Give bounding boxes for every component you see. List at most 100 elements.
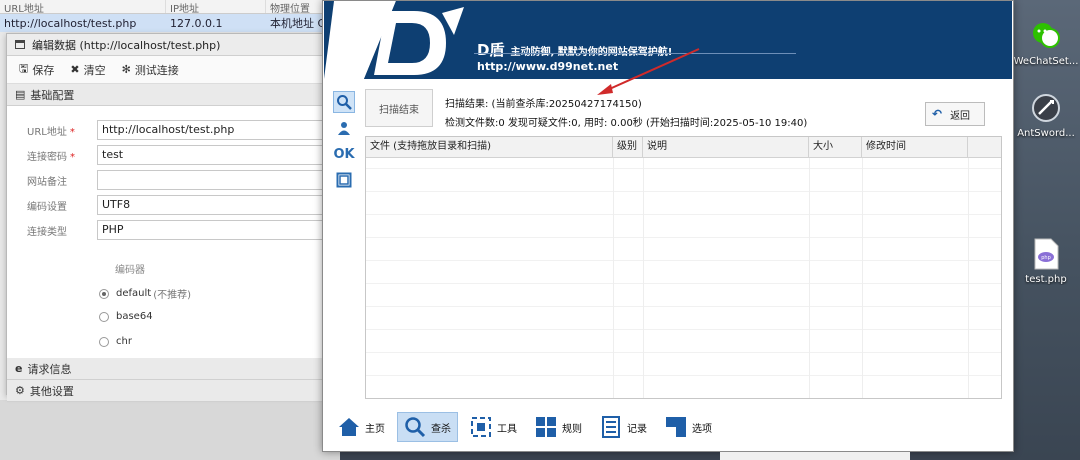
php-file-icon: php [1030,238,1062,270]
basic-config-form: URL地址 * http://localhost/test.php 连接密码 * t… [7,106,327,358]
radio-checked-icon [99,288,109,299]
url-label: URL地址 [27,126,67,138]
section-label: 基础配置 [30,88,75,102]
radio-unchecked-icon [99,311,109,322]
search-icon[interactable] [333,91,355,113]
close-icon: ✖ [70,63,80,76]
column-divider [968,158,969,398]
return-button[interactable]: ↶ 返回 [925,102,985,126]
search-icon [405,417,426,438]
password-field[interactable]: test [97,145,327,165]
home-icon [339,418,359,436]
save-button[interactable]: 🖫 保存 [19,60,54,79]
section-label: 其他设置 [29,384,74,398]
required-mark: * [70,151,75,163]
column-divider [809,158,810,398]
scan-results-table[interactable]: 文件 (支持拖放目录和扫描) 级别 说明 大小 修改时间 [365,136,1002,399]
dshield-logo-icon [324,1,464,79]
note-label: 网站备注 [27,176,67,188]
nav-rules[interactable]: 规则 [529,412,588,442]
desktop-shortcut-label: AntSword... [1017,128,1075,139]
dshield-window: D盾主动防御, 默默为你的网站保驾护航! http://www.d99net.n… [322,0,1014,452]
wechat-icon [1030,20,1062,52]
clear-label: 清空 [83,63,106,77]
dialog-titlebar[interactable]: 编辑数据 (http://localhost/test.php) [7,34,325,56]
encoder-title: 编码器 [115,265,145,276]
nav-label: 记录 [627,423,647,435]
radio-label: chr [116,336,132,347]
tools-icon [471,417,491,437]
nav-options[interactable]: 选项 [659,412,718,442]
dialog-title: 编辑数据 (http://localhost/test.php) [32,38,221,52]
nav-label: 工具 [497,423,517,435]
column-size[interactable]: 大小 [809,137,862,158]
nav-scan[interactable]: 查杀 [397,412,458,442]
nav-home[interactable]: 主页 [332,412,391,442]
brand-name: D盾 [477,41,505,59]
section-request-info[interactable]: e 请求信息 [7,358,325,380]
nav-label: 选项 [692,423,712,435]
column-url[interactable]: URL地址 [0,0,166,15]
type-select[interactable]: PHP [97,220,327,240]
encoding-label: 编码设置 [27,201,67,213]
password-label: 连接密码 [27,151,67,163]
test-connection-label: 测试连接 [134,63,179,77]
encoder-option-base64[interactable]: base64 [99,311,153,322]
section-other-settings[interactable]: ⚙ 其他设置 [7,380,325,402]
bottom-nav: 主页 查杀 工具 规则 记录 选项 [324,406,1012,448]
scan-finished-button[interactable]: 扫描结束 [365,89,433,127]
desktop-shortcut-wechat[interactable]: WeChatSet... [1012,20,1080,67]
column-modified-time[interactable]: 修改时间 [862,137,968,158]
nav-label: 主页 [365,423,385,435]
desktop-shortcut-label: WeChatSet... [1013,56,1079,67]
column-level[interactable]: 级别 [613,137,643,158]
options-icon [666,417,686,437]
nav-logs[interactable]: 记录 [594,412,653,442]
column-ip[interactable]: IP地址 [166,0,266,15]
row-url: http://localhost/test.php [4,16,137,30]
antsword-window-bottom [0,400,340,460]
note-field[interactable] [97,170,327,190]
encoder-option-chr[interactable]: chr [99,336,132,347]
url-field[interactable]: http://localhost/test.php [97,120,327,140]
encoding-row: 编码设置 UTF8 [7,195,327,215]
note-row: 网站备注 [7,170,327,190]
window-icon [15,40,25,49]
return-label: 返回 [950,110,971,122]
column-file[interactable]: 文件 (支持拖放目录和扫描) [366,137,613,158]
file-icon: ▤ [15,88,26,101]
table-header: 文件 (支持拖放目录和扫描) 级别 说明 大小 修改时间 [366,137,1001,158]
rules-icon [536,417,556,437]
shell-list-header: URL地址 IP地址 物理位置 [0,0,340,15]
nav-tools[interactable]: 工具 [464,412,523,442]
type-label: 连接类型 [27,226,67,238]
dialog-toolbar: 🖫 保存 ✖ 清空 ✻ 测试连接 [7,56,325,84]
row-ip: 127.0.0.1 [170,16,223,30]
save-icon: 🖫 [19,62,29,75]
type-row: 连接类型 PHP [7,220,327,240]
table-body [366,158,1001,398]
antsword-icon [1030,92,1062,124]
desktop-shortcut-antsword[interactable]: AntSword... [1012,92,1080,139]
column-divider [613,158,614,398]
shell-list-row[interactable]: http://localhost/test.php 127.0.0.1 本机地址… [0,14,340,32]
nav-label: 规则 [562,423,582,435]
section-basic-config[interactable]: ▤ 基础配置 [7,84,325,106]
encoding-select[interactable]: UTF8 [97,195,327,215]
encoder-option-default[interactable]: default (不推荐) [99,286,191,301]
side-toolbar: OK [333,91,355,195]
radio-note: (不推荐) [153,290,191,301]
clear-button[interactable]: ✖ 清空 [70,62,105,78]
url-row: URL地址 * http://localhost/test.php [7,120,327,140]
user-icon[interactable] [333,117,355,139]
edit-data-dialog: 编辑数据 (http://localhost/test.php) 🖫 保存 ✖ … [6,33,327,402]
radio-label: base64 [116,311,153,322]
spinner-icon: ✻ [121,63,131,76]
ok-button[interactable]: OK [333,143,355,165]
column-description[interactable]: 说明 [643,137,809,158]
window-icon[interactable] [333,169,355,191]
underlying-window-edge [720,452,910,460]
desktop-file-test-php[interactable]: php test.php [1012,238,1080,285]
test-connection-button[interactable]: ✻ 测试连接 [122,62,179,78]
save-label: 保存 [32,63,55,77]
